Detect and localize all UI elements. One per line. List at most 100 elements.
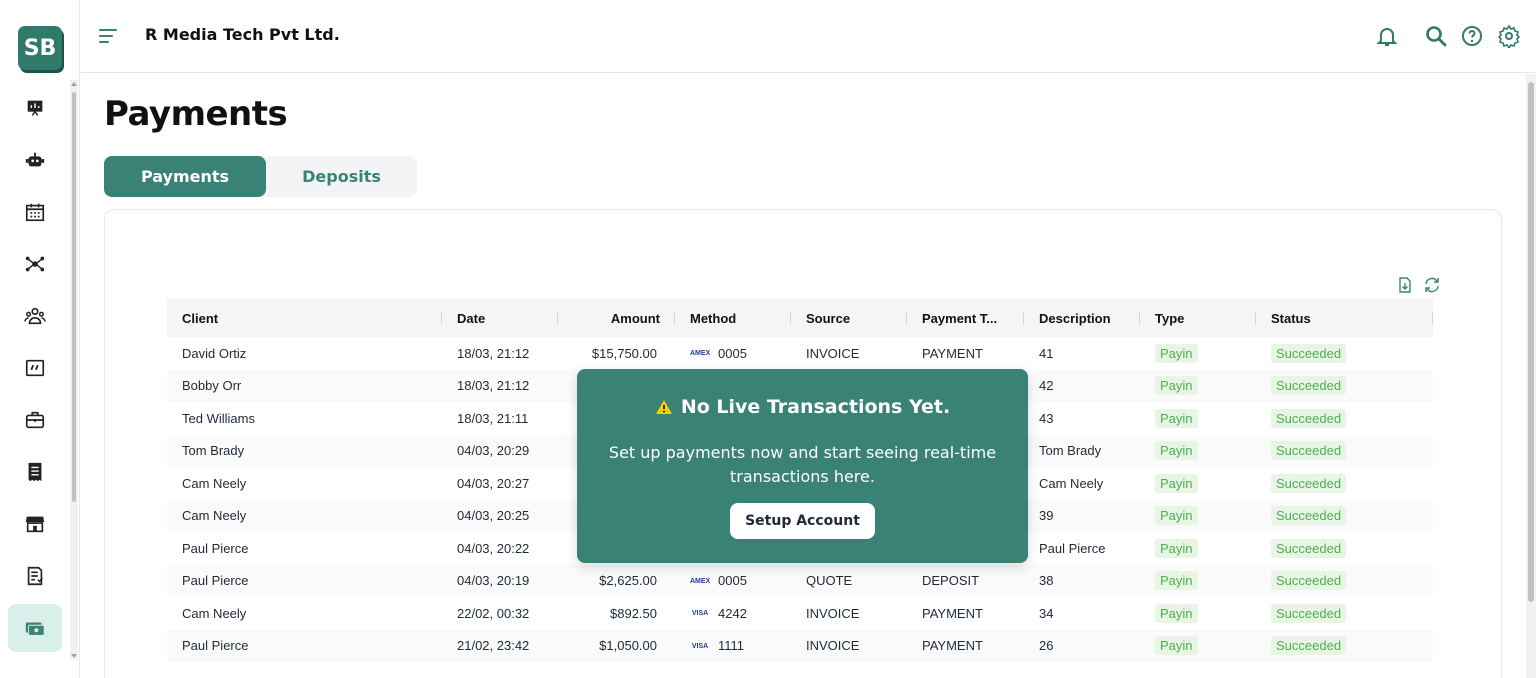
main-scroll-thumb[interactable]: [1528, 82, 1534, 602]
bell-icon[interactable]: [1375, 24, 1399, 48]
sidebar-item-quotes[interactable]: [8, 344, 62, 392]
network-icon: [25, 256, 45, 272]
cell-payment-type: PAYMENT: [907, 629, 1024, 662]
cell-client: Paul Pierce: [182, 540, 249, 556]
cell-client: Bobby Orr: [167, 369, 442, 402]
scroll-down-arrow-icon[interactable]: [71, 654, 77, 658]
column-header-description[interactable]: Description: [1024, 299, 1140, 337]
app-logo[interactable]: SB: [18, 26, 62, 70]
cell-method: VISA 4242: [675, 597, 791, 630]
scroll-up-arrow-icon[interactable]: [71, 82, 77, 86]
cell-source: INVOICE: [791, 629, 907, 662]
status-badge: Succeeded: [1271, 603, 1347, 623]
payments-tabs: Payments Deposits: [104, 156, 417, 197]
cell-description: 34: [1039, 605, 1054, 621]
cell-payment-type: PAYMENT: [922, 605, 983, 621]
calendar-icon: [25, 203, 45, 222]
column-header-method[interactable]: Method: [675, 299, 791, 337]
cell-type: Payin: [1140, 467, 1256, 500]
amex-card-icon: AMEX: [690, 350, 711, 358]
cell-source: QUOTE: [791, 564, 907, 597]
sidebar-item-network[interactable]: [8, 240, 62, 288]
visa-card-icon: VISA: [691, 610, 709, 618]
cell-type: Payin: [1140, 629, 1256, 662]
type-badge: Payin: [1155, 408, 1198, 428]
cell-type: Payin: [1140, 532, 1256, 565]
sidebar-item-clients[interactable]: [8, 292, 62, 340]
table-row[interactable]: David Ortiz 18/03, 21:12 $15,750.00 AMEX 000…: [167, 337, 1433, 370]
card-last4: 1111: [718, 638, 745, 654]
cell-date: 22/02, 00:32: [457, 605, 530, 621]
cell-type: Payin: [1140, 402, 1256, 435]
refresh-icon[interactable]: [1423, 276, 1441, 294]
cell-description: Paul Pierce: [1039, 540, 1106, 556]
table-row[interactable]: Paul Pierce 04/03, 20:19 $2,625.00 AMEX 0005…: [167, 564, 1433, 597]
cell-date: 18/03, 21:12: [442, 369, 558, 402]
cell-amount: $892.50: [610, 605, 657, 621]
setup-account-button[interactable]: Setup Account: [730, 503, 875, 539]
sidebar-item-payments[interactable]: [8, 604, 62, 652]
column-header-client[interactable]: Client: [167, 299, 442, 337]
main-scrollbar[interactable]: [1526, 74, 1536, 678]
visa-card-icon: VISA: [691, 642, 709, 650]
cell-type: Payin: [1140, 337, 1256, 370]
cell-client: David Ortiz: [182, 345, 247, 361]
sidebar-item-store[interactable]: [8, 500, 62, 548]
table-row[interactable]: Cam Neely 22/02, 00:32 $892.50 VISA 4242 INVO…: [167, 597, 1433, 630]
cell-description: 41: [1039, 345, 1054, 361]
cell-amount: $15,750.00: [591, 345, 657, 361]
type-badge: Payin: [1155, 538, 1198, 558]
menu-toggle-icon[interactable]: [99, 26, 119, 46]
table-row[interactable]: Paul Pierce 21/02, 23:42 $1,050.00 VISA 1111…: [167, 629, 1433, 662]
cell-status: Succeeded: [1256, 597, 1433, 630]
column-header-type[interactable]: Type: [1140, 299, 1256, 337]
settings-icon[interactable]: [1497, 24, 1521, 48]
cell-description: 26: [1024, 629, 1140, 662]
cell-description: 42: [1024, 369, 1140, 402]
column-header-status[interactable]: Status: [1256, 299, 1433, 337]
dashboard-icon: [27, 100, 43, 116]
column-header-date[interactable]: Date: [442, 299, 558, 337]
search-icon[interactable]: [1424, 24, 1448, 48]
sidebar-scrollbar[interactable]: [70, 80, 78, 660]
sidebar-item-dashboard[interactable]: [8, 84, 62, 132]
help-icon[interactable]: [1460, 24, 1484, 48]
quote-icon: [25, 359, 45, 377]
column-header-amount[interactable]: Amount: [558, 299, 675, 337]
sidebar-item-jobs[interactable]: [8, 396, 62, 444]
receipt-icon: [28, 462, 42, 482]
cell-method: AMEX 0005: [675, 337, 791, 370]
sidebar-nav: [8, 84, 62, 656]
cell-description: 38: [1024, 564, 1140, 597]
column-header-source[interactable]: Source: [791, 299, 907, 337]
cell-description: Tom Brady: [1024, 434, 1140, 467]
status-badge: Succeeded: [1271, 538, 1347, 558]
cell-client: Paul Pierce: [167, 564, 442, 597]
clients-icon: [24, 307, 46, 325]
cell-type: Payin: [1140, 597, 1256, 630]
column-header-payment-type[interactable]: Payment T...: [907, 299, 1024, 337]
cell-status: Succeeded: [1256, 564, 1433, 597]
type-badge: Payin: [1155, 571, 1198, 591]
cell-payment-type: PAYMENT: [922, 345, 983, 361]
sidebar-item-calendar[interactable]: [8, 188, 62, 236]
cell-payment-type: DEPOSIT: [907, 564, 1024, 597]
cell-status: Succeeded: [1256, 369, 1433, 402]
sidebar-item-invoices[interactable]: [8, 448, 62, 496]
tab-deposits[interactable]: Deposits: [266, 156, 417, 197]
cell-date: 04/03, 20:22: [457, 540, 530, 556]
export-icon[interactable]: [1396, 276, 1414, 294]
sidebar-item-ai[interactable]: [8, 136, 62, 184]
type-badge: Payin: [1155, 506, 1198, 526]
table-toolbar: [1391, 276, 1441, 299]
type-badge: Payin: [1155, 441, 1198, 461]
sidebar-item-reports[interactable]: [8, 552, 62, 600]
page-title: Payments: [104, 94, 288, 134]
status-badge: Succeeded: [1271, 376, 1347, 396]
cell-client: Tom Brady: [167, 434, 442, 467]
tab-payments[interactable]: Payments: [104, 156, 266, 197]
store-icon: [25, 516, 45, 533]
robot-icon: [25, 152, 45, 167]
warning-icon: [655, 400, 672, 414]
sidebar-scroll-thumb[interactable]: [72, 92, 76, 502]
